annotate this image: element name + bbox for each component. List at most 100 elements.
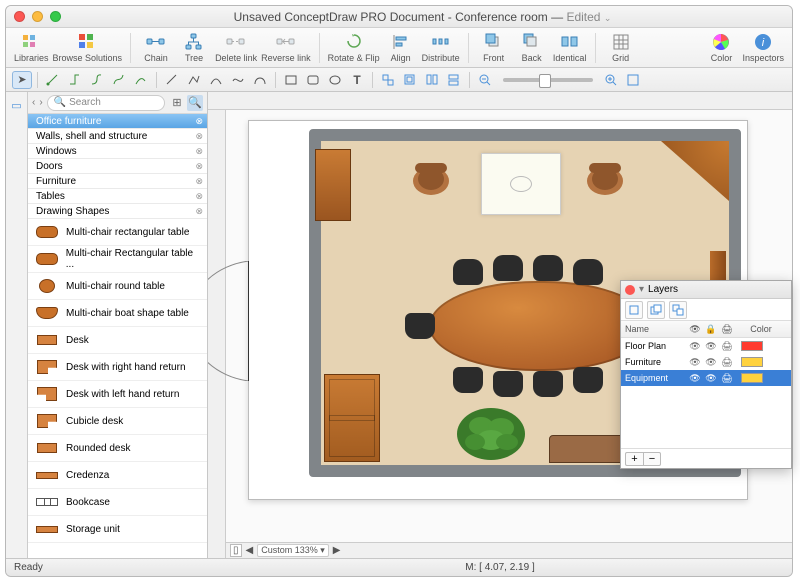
close-icon[interactable] [14,11,25,22]
zoom-fit-button[interactable] [623,71,643,89]
group-tool-3[interactable] [422,71,442,89]
view-search-icon[interactable]: 🔍 [187,95,203,111]
zoom-icon[interactable] [50,11,61,22]
libraries-button[interactable]: Libraries [14,30,49,66]
rect-tool[interactable] [281,71,301,89]
curve-tool[interactable] [228,71,248,89]
ellipse-tool[interactable] [325,71,345,89]
layer-color-swatch[interactable] [741,341,763,351]
connector-tool-4[interactable] [109,71,129,89]
pointer-tool[interactable]: ➤ [12,71,32,89]
shape-item[interactable]: Bookcase [28,489,207,516]
shape-item[interactable]: Multi-chair round table [28,273,207,300]
category-row[interactable]: Office furniture⊗ [28,114,207,129]
shape-item[interactable]: Rounded desk [28,435,207,462]
eye2-icon[interactable]: 👁 [703,357,719,368]
eye2-icon[interactable]: 👁 [703,341,719,352]
layer-row[interactable]: Furniture👁👁🖨 [621,354,791,370]
roundrect-tool[interactable] [303,71,323,89]
shape-item[interactable]: Desk with right hand return [28,354,207,381]
arc-tool[interactable] [206,71,226,89]
browse-solutions-button[interactable]: Browse Solutions [53,30,123,66]
inspectors-button[interactable]: iInspectors [742,30,784,66]
zoom-out-button[interactable] [475,71,495,89]
connector-tool-2[interactable] [65,71,85,89]
sidebar-next-icon[interactable]: › [39,97,42,108]
connector-tool-3[interactable] [87,71,107,89]
connector-tool-1[interactable] [43,71,63,89]
category-row[interactable]: Furniture⊗ [28,174,207,189]
close-icon[interactable]: ⊗ [195,116,203,127]
view-grid-icon[interactable]: ⊞ [169,95,185,111]
category-row[interactable]: Drawing Shapes⊗ [28,204,207,219]
connector-tool-5[interactable] [131,71,151,89]
tree-button[interactable]: Tree [177,30,211,66]
layer-color-swatch[interactable] [741,373,763,383]
shape-item[interactable]: Multi-chair boat shape table [28,300,207,327]
group-tool-4[interactable] [444,71,464,89]
text-tool[interactable]: T [347,71,367,89]
page-tab-icon[interactable]: ▯ [230,544,242,557]
zoom-slider[interactable] [503,78,593,82]
eye-icon[interactable]: 👁 [687,357,703,368]
identical-button[interactable]: Identical [553,30,587,66]
layer-row[interactable]: Equipment👁👁🖨 [621,370,791,386]
layers-panel[interactable]: ▾ Layers Name 👁 🔒 🖨 Color Floor Plan👁👁🖨F… [620,280,792,469]
shape-item[interactable]: Multi-chair rectangular table [28,219,207,246]
print-icon[interactable]: 🖨 [719,373,735,384]
color-button[interactable]: Color [704,30,738,66]
close-icon[interactable]: ⊗ [195,161,203,172]
layer-tool-2[interactable] [647,301,665,319]
bezier-tool[interactable] [250,71,270,89]
print-icon[interactable]: 🖨 [719,357,735,368]
chain-button[interactable]: Chain [139,30,173,66]
scroll-left-icon[interactable]: ◀ [246,545,254,556]
back-button[interactable]: Back [515,30,549,66]
grid-button[interactable]: Grid [604,30,638,66]
close-icon[interactable]: ⊗ [195,176,203,187]
shape-item[interactable]: Cubicle desk [28,408,207,435]
print-icon[interactable]: 🖨 [719,341,735,352]
group-tool-1[interactable] [378,71,398,89]
eye2-icon[interactable]: 👁 [703,373,719,384]
close-icon[interactable]: ⊗ [195,131,203,142]
zoom-combo[interactable]: Custom 133% ▾ [257,544,329,557]
rotate-flip-button[interactable]: Rotate & Flip [328,30,380,66]
close-icon[interactable]: ⊗ [195,206,203,217]
library-toggle-icon[interactable]: ▭ [7,96,27,114]
reverse-link-button[interactable]: Reverse link [261,30,311,66]
sidebar-prev-icon[interactable]: ‹ [32,97,35,108]
panel-close-icon[interactable] [625,285,635,295]
eye-icon[interactable]: 👁 [687,373,703,384]
group-tool-2[interactable] [400,71,420,89]
layer-color-swatch[interactable] [741,357,763,367]
layer-row[interactable]: Floor Plan👁👁🖨 [621,338,791,354]
category-row[interactable]: Doors⊗ [28,159,207,174]
zoom-in-button[interactable] [601,71,621,89]
category-row[interactable]: Walls, shell and structure⊗ [28,129,207,144]
scroll-right-icon[interactable]: ▶ [333,545,341,556]
delete-link-button[interactable]: Delete link [215,30,257,66]
horizontal-scrollbar[interactable]: ▯ ◀ Custom 133% ▾ ▶ [226,542,792,558]
close-icon[interactable]: ⊗ [195,146,203,157]
front-button[interactable]: Front [477,30,511,66]
layer-tool-1[interactable] [625,301,643,319]
shape-item[interactable]: Multi-chair Rectangular table ... [28,246,207,273]
polyline-tool[interactable] [184,71,204,89]
close-icon[interactable]: ⊗ [195,191,203,202]
shape-item[interactable]: Storage unit [28,516,207,543]
layer-tool-3[interactable] [669,301,687,319]
minimize-icon[interactable] [32,11,43,22]
shape-item[interactable]: Credenza [28,462,207,489]
eye-icon[interactable]: 👁 [687,341,703,352]
line-tool[interactable] [162,71,182,89]
align-button[interactable]: Align [384,30,418,66]
category-row[interactable]: Windows⊗ [28,144,207,159]
add-layer-button[interactable]: + [625,452,643,466]
distribute-button[interactable]: Distribute [422,30,460,66]
layers-header[interactable]: ▾ Layers [621,281,791,299]
shape-item[interactable]: Desk [28,327,207,354]
shape-item[interactable]: Desk with left hand return [28,381,207,408]
remove-layer-button[interactable]: − [643,452,661,466]
category-row[interactable]: Tables⊗ [28,189,207,204]
